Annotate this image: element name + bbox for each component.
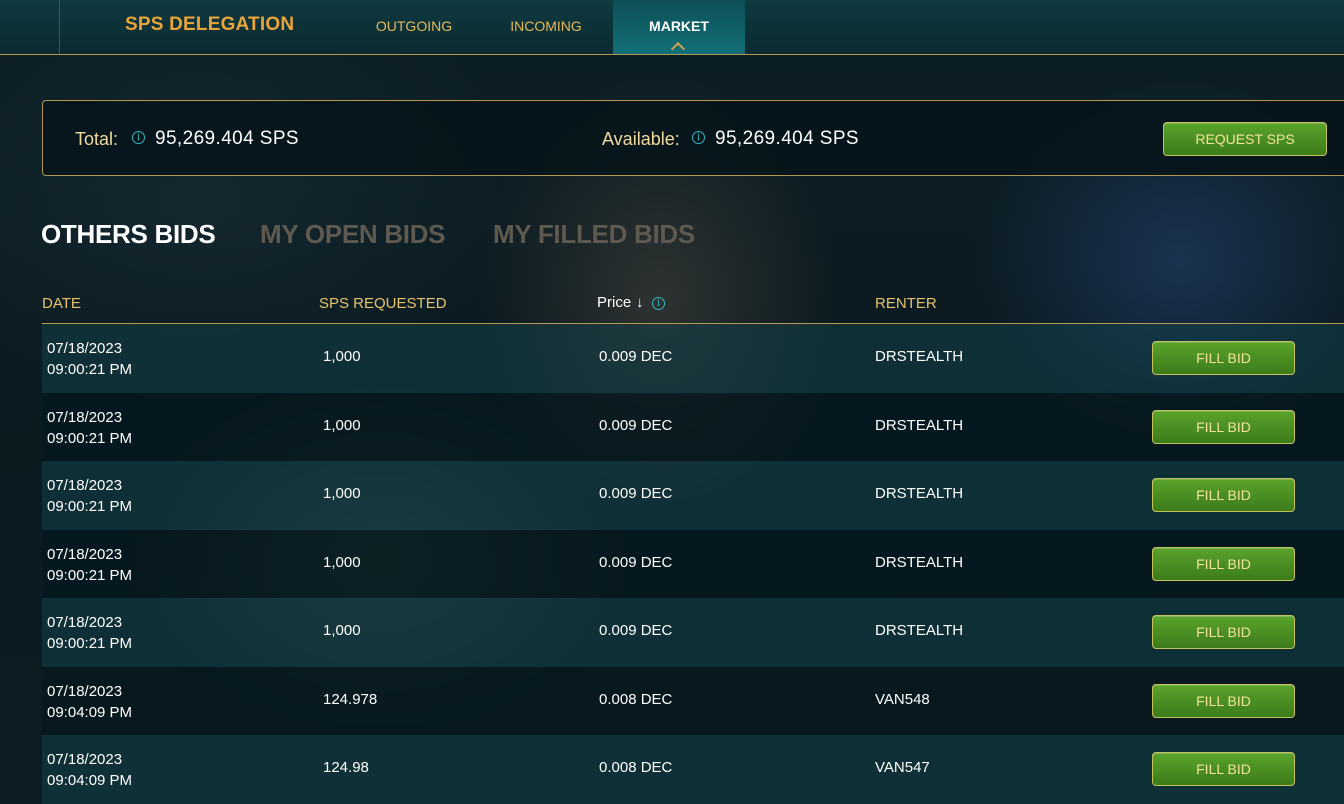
row-price: 0.009 DEC [599, 485, 673, 502]
fill-bid-button[interactable]: FILL BID [1152, 752, 1295, 786]
fill-bid-button[interactable]: FILL BID [1152, 546, 1295, 581]
sort-down-arrow-icon[interactable]: ↓ [636, 294, 644, 311]
time-text: 09:00:21 PM [47, 635, 133, 652]
row-date: 07/18/2023 09:04:09 PM [47, 681, 132, 723]
table-row: 07/18/2023 09:00:21 PM 1,000 0.009 DEC DR… [42, 598, 1344, 667]
date-text: 07/18/2023 [47, 545, 123, 563]
fill-bid-button[interactable]: FILL BID [1152, 683, 1295, 718]
time-text: 09:00:21 PM [47, 566, 133, 584]
table-row: 07/18/2023 09:04:09 PM 124.98 0.008 DEC V… [42, 735, 1344, 804]
row-renter: DRSTEALTH [875, 348, 964, 365]
fill-bid-button[interactable]: FILL BID [1152, 478, 1295, 512]
row-sps-requested: 124.98 [323, 759, 369, 776]
time-text: 09:00:21 PM [47, 361, 133, 378]
row-price: 0.009 DEC [599, 622, 673, 639]
row-date: 07/18/2023 09:00:21 PM [47, 407, 132, 449]
table-row: 07/18/2023 09:00:21 PM 1,000 0.009 DEC DR… [42, 461, 1344, 530]
row-renter: VAN547 [875, 759, 930, 776]
column-header-sps-requested[interactable]: SPS REQUESTED [319, 295, 447, 312]
info-icon[interactable]: i [132, 131, 145, 144]
tab-incoming[interactable]: INCOMING [496, 0, 596, 54]
table-row: 07/18/2023 09:04:09 PM 124.978 0.008 DEC … [42, 666, 1344, 735]
total-label: Total: [75, 129, 119, 149]
tab-my-filled-bids[interactable]: MY FILLED BIDS [493, 219, 695, 250]
time-text: 09:04:09 PM [47, 772, 133, 789]
row-renter: DRSTEALTH [875, 622, 964, 639]
row-date: 07/18/2023 09:00:21 PM [47, 544, 132, 586]
date-text: 07/18/2023 [47, 751, 123, 768]
row-date: 07/18/2023 09:00:21 PM [47, 338, 132, 380]
row-price: 0.009 DEC [599, 416, 673, 434]
row-sps-requested: 1,000 [323, 622, 361, 639]
request-sps-button[interactable]: REQUEST SPS [1163, 122, 1327, 156]
time-text: 09:04:09 PM [47, 703, 133, 721]
date-text: 07/18/2023 [47, 614, 123, 631]
bids-table-body: 07/18/2023 09:00:21 PM 1,000 0.009 DEC DR… [42, 324, 1344, 804]
nav-divider [59, 0, 60, 54]
column-header-renter[interactable]: RENTER [875, 295, 937, 312]
tab-others-bids[interactable]: OTHERS BIDS [41, 219, 216, 250]
row-price: 0.008 DEC [599, 759, 673, 776]
date-text: 07/18/2023 [47, 682, 123, 700]
tab-outgoing[interactable]: OUTGOING [364, 0, 464, 54]
table-row: 07/18/2023 09:00:21 PM 1,000 0.009 DEC DR… [42, 529, 1344, 598]
row-date: 07/18/2023 09:00:21 PM [47, 475, 132, 517]
row-sps-requested: 1,000 [323, 553, 361, 571]
row-price: 0.008 DEC [599, 690, 673, 708]
table-row: 07/18/2023 09:00:21 PM 1,000 0.009 DEC DR… [42, 392, 1344, 461]
info-icon[interactable]: i [652, 297, 665, 310]
date-text: 07/18/2023 [47, 408, 123, 426]
row-price: 0.009 DEC [599, 553, 673, 571]
row-date: 07/18/2023 09:00:21 PM [47, 612, 132, 654]
fill-bid-button[interactable]: FILL BID [1152, 341, 1295, 375]
row-renter: DRSTEALTH [875, 485, 964, 502]
available-value: 95,269.404 SPS [715, 128, 859, 149]
total-value: 95,269.404 SPS [155, 128, 299, 149]
balance-summary: Total: i 95,269.404 SPS Available: i 95,… [42, 100, 1344, 176]
fill-bid-button[interactable]: FILL BID [1152, 615, 1295, 649]
top-navigation: SPS DELEGATION OUTGOING INCOMING MARKET [0, 0, 1344, 57]
time-text: 09:00:21 PM [47, 429, 133, 447]
row-sps-requested: 1,000 [323, 348, 361, 365]
fill-bid-button[interactable]: FILL BID [1152, 409, 1295, 444]
info-icon[interactable]: i [692, 131, 705, 144]
date-text: 07/18/2023 [47, 340, 123, 357]
row-sps-requested: 124.978 [323, 690, 378, 708]
tab-my-open-bids[interactable]: MY OPEN BIDS [260, 219, 445, 250]
row-sps-requested: 1,000 [323, 416, 361, 434]
time-text: 09:00:21 PM [47, 498, 133, 515]
row-renter: DRSTEALTH [875, 416, 964, 434]
row-sps-requested: 1,000 [323, 485, 361, 502]
column-header-price[interactable]: Price [597, 294, 631, 311]
row-renter: DRSTEALTH [875, 553, 964, 571]
row-date: 07/18/2023 09:04:09 PM [47, 749, 132, 791]
table-row: 07/18/2023 09:00:21 PM 1,000 0.009 DEC DR… [42, 324, 1344, 393]
column-header-date[interactable]: DATE [42, 295, 81, 312]
date-text: 07/18/2023 [47, 477, 123, 494]
row-renter: VAN548 [875, 690, 930, 708]
brand-title: SPS DELEGATION [125, 14, 295, 35]
available-label: Available: [602, 129, 680, 149]
row-price: 0.009 DEC [599, 348, 673, 365]
